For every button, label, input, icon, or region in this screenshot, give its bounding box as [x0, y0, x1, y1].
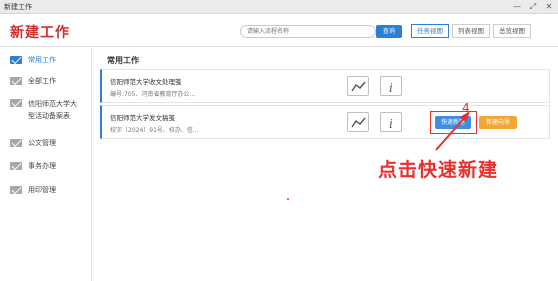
search-box: [240, 25, 377, 38]
sidebar-item-all[interactable]: 全部工作: [0, 76, 92, 86]
mail-icon: [10, 139, 22, 147]
minimize-icon[interactable]: —: [512, 1, 522, 12]
sidebar-item-common[interactable]: 常用工作: [0, 55, 92, 65]
workflow-name: 信阳师范大学发文稿笺: [110, 114, 175, 122]
sidebar-item-affairs[interactable]: 事务办理: [0, 161, 92, 171]
view-switcher: 任务视图 列表视图 总览视图: [411, 24, 531, 38]
workflow-meta: 校字〔2024〕91号、校办、信...: [110, 127, 199, 134]
task-view-button[interactable]: 任务视图: [411, 24, 449, 38]
overview-button[interactable]: 总览视图: [493, 24, 531, 38]
search-input[interactable]: [247, 26, 377, 37]
workflow-name: 信阳师范大学收文处理笺: [110, 78, 182, 86]
workflow-row[interactable]: 信阳师范大学收文处理笺 编号:705、河南省教育厅办公... i: [100, 69, 550, 103]
sidebar-item-label: 事务办理: [28, 162, 56, 170]
window-title: 新建工作: [4, 2, 32, 11]
sidebar-item-label: 用印管理: [28, 186, 56, 194]
workflow-row[interactable]: 信阳师范大学发文稿笺 校字〔2024〕91号、校办、信... i 快速新建 新建…: [100, 105, 550, 139]
close-icon[interactable]: ✕: [544, 1, 554, 12]
svg-text:i: i: [389, 81, 393, 93]
mail-icon: [10, 77, 22, 85]
sidebar-item-event-filing[interactable]: 信阳师范大学大型活动备案表: [0, 98, 92, 122]
mail-icon: [10, 186, 22, 194]
sidebar-item-label: 公文管理: [28, 139, 56, 147]
info-icon[interactable]: i: [380, 112, 402, 132]
sidebar-item-documents[interactable]: 公文管理: [0, 138, 92, 148]
restore-icon[interactable]: ⤢: [528, 1, 538, 12]
sidebar: 常用工作 全部工作 信阳师范大学大型活动备案表 公文管理 事务办理 用印管理: [0, 48, 92, 281]
new-wizard-button[interactable]: 新建向导: [479, 116, 517, 129]
svg-text:i: i: [389, 117, 393, 129]
workflow-meta: 编号:705、河南省教育厅办公...: [110, 91, 196, 98]
annotation-text: 点击快速新建: [378, 159, 499, 181]
info-icon[interactable]: i: [380, 76, 402, 96]
flowchart-icon[interactable]: [347, 76, 369, 96]
search-button[interactable]: 查询: [376, 25, 402, 38]
header: 新建工作 查询 任务视图 列表视图 总览视图: [0, 15, 558, 47]
annotation-step-number: 4: [462, 101, 470, 115]
mail-icon: [10, 56, 22, 64]
flowchart-icon[interactable]: [347, 112, 369, 132]
mail-icon: [10, 99, 22, 107]
sidebar-item-label: 常用工作: [28, 56, 56, 64]
window-titlebar: 新建工作 — ⤢ ✕: [0, 0, 558, 14]
list-view-button[interactable]: 列表视图: [452, 24, 490, 38]
section-title: 常用工作: [107, 56, 139, 65]
cursor-dot: [287, 198, 289, 200]
sidebar-item-seal[interactable]: 用印管理: [0, 185, 92, 195]
highlight-box: [430, 111, 477, 134]
page-brand: 新建工作: [10, 25, 70, 41]
window-controls: — ⤢ ✕: [512, 1, 554, 12]
sidebar-item-label: 全部工作: [28, 77, 56, 85]
mail-icon: [10, 162, 22, 170]
